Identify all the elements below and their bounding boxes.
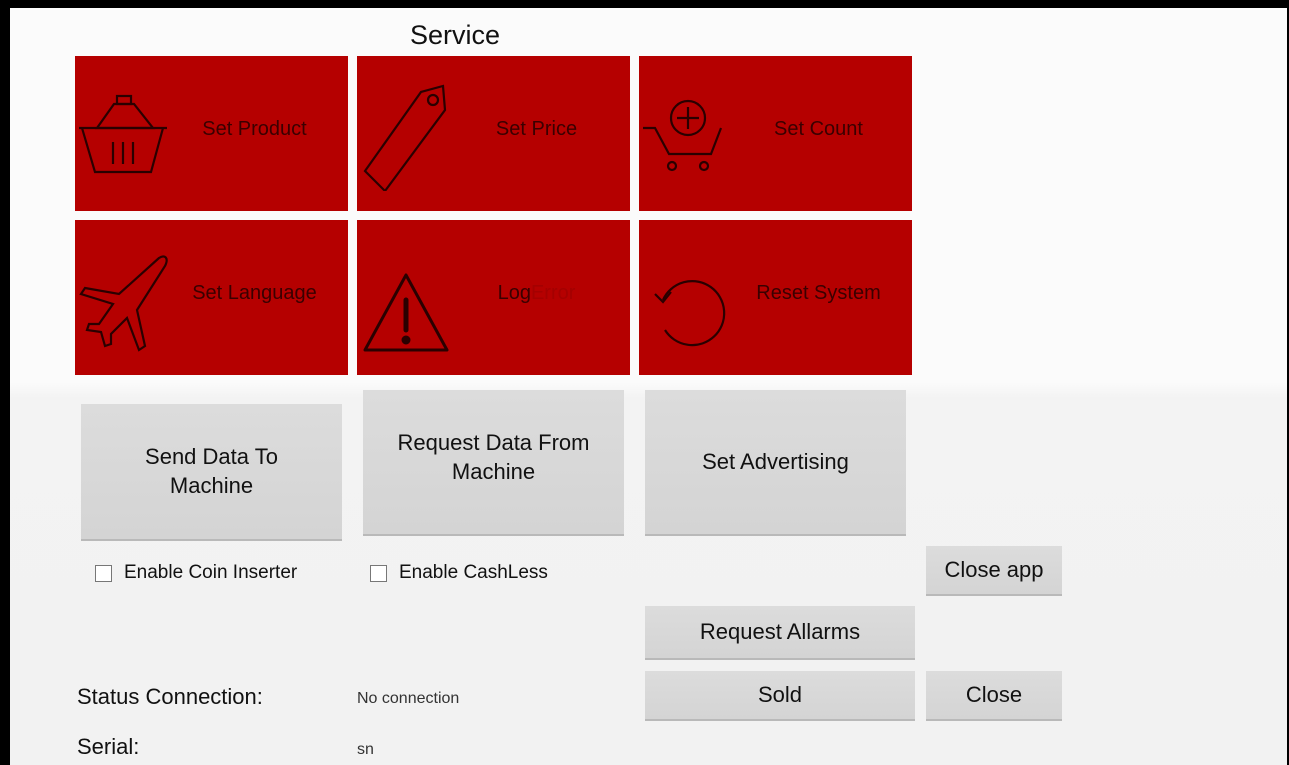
set-product-tile[interactable]: Set Product bbox=[75, 56, 348, 211]
checkbox-box bbox=[370, 564, 387, 582]
serial-value: sn bbox=[357, 741, 374, 758]
log-label-text: Log bbox=[497, 282, 531, 304]
cashless-label: Enable CashLess bbox=[399, 562, 548, 583]
window-frame-gap bbox=[10, 8, 1287, 10]
set-language-label: Set Language bbox=[192, 282, 317, 304]
window-frame-left bbox=[0, 0, 10, 765]
set-product-label: Set Product bbox=[202, 118, 307, 140]
close-app-label: Close app bbox=[944, 556, 1044, 582]
set-advertising-button[interactable]: Set Advertising bbox=[645, 390, 906, 534]
request-data-label: Request Data From Machine bbox=[397, 430, 590, 484]
status-connection-value: No connection bbox=[357, 690, 460, 707]
sold-label: Sold bbox=[757, 681, 803, 707]
send-data-label: Send Data To Machine bbox=[145, 443, 278, 498]
set-price-tile[interactable]: Set Price bbox=[357, 56, 630, 211]
price-tag-icon bbox=[359, 76, 454, 193]
request-allarms-label: Request Allarms bbox=[699, 618, 861, 644]
log-error-tile[interactable]: LogError bbox=[357, 220, 630, 375]
send-data-to-machine-button[interactable]: Send Data To Machine bbox=[81, 404, 342, 539]
cashless-checkbox[interactable]: Enable CashLess bbox=[370, 562, 548, 584]
close-label: Close bbox=[965, 681, 1023, 707]
sold-button[interactable]: Sold bbox=[645, 671, 915, 719]
reset-system-label: Reset System bbox=[756, 282, 881, 304]
close-app-button[interactable]: Close app bbox=[926, 546, 1062, 594]
request-data-from-machine-button[interactable]: Request Data From Machine bbox=[363, 390, 624, 534]
warning-icon bbox=[359, 240, 454, 355]
set-language-tile[interactable]: Set Language bbox=[75, 220, 348, 375]
window-frame-top bbox=[0, 0, 1289, 8]
page-title: Service bbox=[409, 20, 501, 50]
reset-system-tile[interactable]: Reset System bbox=[639, 220, 912, 375]
basket-icon bbox=[77, 76, 172, 191]
log-error-label: LogError bbox=[449, 282, 624, 305]
close-button[interactable]: Close bbox=[926, 671, 1062, 719]
set-count-label: Set Count bbox=[774, 118, 863, 140]
set-advertising-label: Set Advertising bbox=[702, 448, 849, 474]
reset-icon bbox=[641, 240, 736, 355]
airplane-icon bbox=[77, 240, 172, 355]
coin-inserter-checkbox[interactable]: Enable Coin Inserter bbox=[95, 562, 297, 584]
request-allarms-button[interactable]: Request Allarms bbox=[645, 606, 915, 658]
checkbox-box bbox=[95, 564, 112, 582]
set-count-tile[interactable]: Set Count bbox=[639, 56, 912, 211]
set-price-label: Set Price bbox=[495, 118, 578, 140]
serial-label: Serial: bbox=[77, 734, 140, 759]
cart-plus-icon bbox=[641, 76, 736, 191]
status-connection-label: Status Connection: bbox=[77, 684, 263, 709]
coin-inserter-label: Enable Coin Inserter bbox=[124, 562, 298, 583]
error-label-text: Error bbox=[530, 282, 576, 304]
